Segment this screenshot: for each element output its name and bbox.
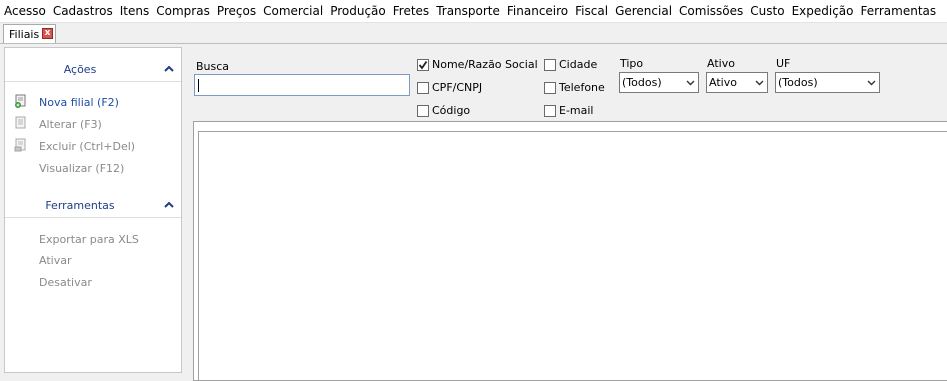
action-exportar-xls[interactable]: Exportar para XLS [39, 233, 139, 246]
action-alterar[interactable]: Alterar (F3) [39, 118, 102, 131]
checkbox-email[interactable]: E-mail [544, 104, 594, 117]
menu-cadastros[interactable]: Cadastros [49, 0, 116, 22]
new-document-icon [15, 94, 26, 108]
action-desativar[interactable]: Desativar [39, 276, 92, 289]
checkbox-label: CPF/CNPJ [432, 81, 483, 94]
checkbox-cpf-cnpj[interactable]: CPF/CNPJ [417, 81, 482, 94]
menu-comissoes[interactable]: Comissões [675, 0, 746, 22]
ativo-label: Ativo [707, 57, 735, 70]
menu-fretes[interactable]: Fretes [389, 0, 432, 22]
search-label: Busca [196, 60, 230, 73]
checkbox-box[interactable] [417, 58, 429, 71]
menu-bar: Acesso Cadastros Itens Compras Preços Comerci… [0, 0, 947, 23]
menu-producao[interactable]: Produção [326, 0, 389, 22]
menu-comercial[interactable]: Comercial [259, 0, 326, 22]
checkbox-nome-razao-social[interactable]: Nome/Razão Social [417, 58, 538, 71]
tipo-select-value: (Todos) [622, 76, 662, 89]
tipo-select[interactable]: (Todos) [619, 72, 699, 93]
uf-select-value: (Todos) [778, 76, 818, 89]
action-excluir[interactable]: Excluir (Ctrl+Del) [39, 140, 135, 153]
checkbox-box[interactable] [417, 81, 429, 94]
ativo-select-value: Ativo [709, 76, 737, 89]
sidebar: Ações Nova filial (F2) Alterar (F3) Excl… [4, 47, 182, 373]
tipo-label: Tipo [620, 57, 644, 70]
checkbox-label: Nome/Razão Social [432, 58, 538, 71]
action-ativar[interactable]: Ativar [39, 254, 71, 267]
checkbox-label: Telefone [559, 81, 605, 94]
chevron-down-icon [755, 80, 764, 86]
checkbox-box[interactable] [544, 58, 556, 71]
chevron-up-icon[interactable] [163, 63, 175, 75]
menu-gerencial[interactable]: Gerencial [611, 0, 675, 22]
checkbox-label: Código [432, 104, 471, 117]
checkbox-cidade[interactable]: Cidade [544, 58, 597, 71]
menu-financeiro[interactable]: Financeiro [503, 0, 571, 22]
search-input[interactable] [194, 74, 410, 96]
menu-transporte[interactable]: Transporte [432, 0, 503, 22]
menu-itens[interactable]: Itens [116, 0, 152, 22]
chevron-up-icon[interactable] [163, 199, 175, 211]
section-header-ferramentas[interactable]: Ferramentas [5, 195, 181, 218]
menu-compras[interactable]: Compras [152, 0, 213, 22]
results-grid[interactable] [193, 121, 947, 381]
uf-label: UF [776, 57, 791, 70]
tab-label: Filiais [9, 28, 40, 41]
checkbox-box[interactable] [544, 81, 556, 94]
menu-precos[interactable]: Preços [213, 0, 259, 22]
checkbox-box[interactable] [544, 104, 556, 117]
menu-acesso[interactable]: Acesso [0, 0, 49, 22]
chevron-down-icon [686, 80, 695, 86]
menu-fiscal[interactable]: Fiscal [571, 0, 611, 22]
chevron-down-icon [867, 80, 876, 86]
ativo-select[interactable]: Ativo [706, 72, 768, 93]
close-icon[interactable]: x [42, 28, 53, 39]
check-icon [418, 60, 428, 69]
checkbox-telefone[interactable]: Telefone [544, 81, 605, 94]
tab-filiais[interactable]: Filiais x [3, 24, 56, 43]
edit-document-icon [15, 116, 26, 129]
menu-expedicao[interactable]: Expedição [788, 0, 857, 22]
tab-strip: Filiais x [0, 23, 947, 44]
section-title-acoes: Ações [63, 63, 97, 76]
section-title-ferramentas: Ferramentas [45, 199, 115, 212]
action-visualizar[interactable]: Visualizar (F12) [39, 162, 124, 175]
results-grid-body[interactable] [198, 131, 947, 380]
text-caret [198, 79, 199, 92]
checkbox-box[interactable] [417, 104, 429, 117]
checkbox-codigo[interactable]: Código [417, 104, 470, 117]
action-nova-filial[interactable]: Nova filial (F2) [39, 96, 119, 109]
menu-ferramentas[interactable]: Ferramentas [857, 0, 940, 22]
delete-document-icon [14, 138, 26, 152]
section-header-acoes[interactable]: Ações [5, 59, 181, 82]
menu-custo[interactable]: Custo [746, 0, 787, 22]
checkbox-label: Cidade [559, 58, 598, 71]
uf-select[interactable]: (Todos) [775, 72, 880, 93]
checkbox-label: E-mail [559, 104, 594, 117]
